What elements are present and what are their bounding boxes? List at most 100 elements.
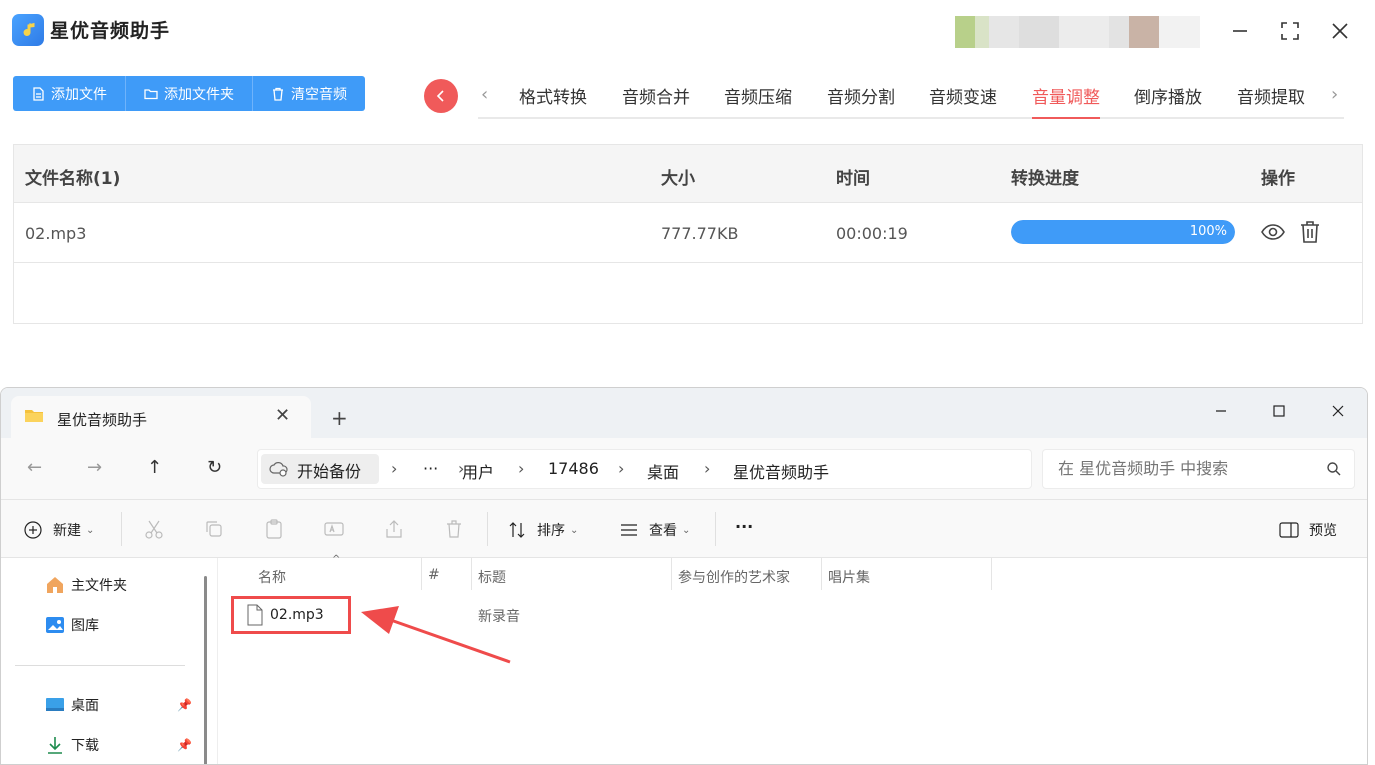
more-options-button[interactable]: ···: [735, 517, 753, 536]
sort-button[interactable]: 排序 ⌄: [507, 520, 578, 540]
folder-icon: [144, 88, 158, 99]
sidebar-item-label: 下载: [71, 738, 99, 754]
minimize-icon[interactable]: [1206, 396, 1236, 426]
file-item-highlighted[interactable]: 02.mp3: [231, 596, 351, 634]
column-divider[interactable]: [671, 558, 672, 590]
maximize-icon[interactable]: [1264, 396, 1294, 426]
column-divider[interactable]: [821, 558, 822, 590]
column-divider[interactable]: [991, 558, 992, 590]
new-button[interactable]: 新建 ⌄: [23, 520, 94, 540]
app-logo-icon: [12, 14, 44, 46]
column-artist[interactable]: 参与创作的艺术家: [678, 567, 790, 587]
back-arrow-icon[interactable]: ←: [27, 457, 42, 478]
clear-audio-button[interactable]: 清空音频: [253, 76, 365, 111]
sidebar-item-desktop[interactable]: 桌面: [45, 695, 99, 715]
column-name[interactable]: 名称: [258, 567, 286, 587]
explorer-tab-bar: 星优音频助手 ✕ +: [1, 388, 1367, 438]
column-number[interactable]: #: [428, 567, 440, 583]
sort-icon: [509, 522, 525, 538]
breadcrumb-item-userid[interactable]: 17486: [548, 459, 599, 478]
column-title[interactable]: 标题: [478, 567, 506, 587]
pin-icon[interactable]: 📌: [177, 738, 192, 752]
row-time: 00:00:19: [836, 224, 908, 243]
chevron-right-icon: ›: [518, 459, 525, 478]
sidebar-item-home[interactable]: 主文件夹: [45, 575, 127, 595]
tab-audio-compress[interactable]: 音频压缩: [724, 83, 792, 119]
download-icon: [48, 737, 62, 754]
pin-icon[interactable]: 📌: [177, 698, 192, 712]
chevron-right-icon: ›: [618, 459, 625, 478]
chevron-right-icon: ›: [704, 459, 711, 478]
file-table: 文件名称(1) 大小 时间 转换进度 操作 02.mp3 777.77KB 00…: [13, 144, 1363, 324]
tab-audio-extract[interactable]: 音频提取: [1237, 83, 1305, 119]
navigation-pane: 主文件夹 图库 桌面 📌 下载 📌: [1, 558, 211, 764]
search-box[interactable]: [1042, 449, 1355, 489]
tab-scroll-left-icon[interactable]: ‹: [481, 84, 488, 105]
view-button[interactable]: 查看 ⌄: [619, 520, 690, 540]
chevron-down-icon: ⌄: [682, 524, 691, 536]
sidebar-item-downloads[interactable]: 下载: [45, 735, 99, 755]
collapse-back-button[interactable]: [424, 79, 458, 113]
cut-icon[interactable]: [143, 518, 165, 540]
folder-icon: [25, 410, 43, 422]
tab-close-icon[interactable]: ✕: [275, 405, 290, 426]
divider: [121, 512, 122, 546]
new-tab-icon[interactable]: +: [331, 406, 348, 430]
refresh-icon[interactable]: ↻: [207, 457, 222, 478]
breadcrumb[interactable]: 开始备份 › ··· › 用户 › 17486 › 桌面 › 星优音频助手: [257, 449, 1032, 489]
sidebar-divider: [15, 665, 185, 666]
progress-label: 100%: [1189, 224, 1227, 239]
close-icon[interactable]: [1323, 396, 1353, 426]
row-size: 777.77KB: [661, 224, 739, 243]
delete-icon[interactable]: [443, 518, 465, 540]
add-file-label: 添加文件: [51, 86, 107, 103]
copy-icon[interactable]: [203, 518, 225, 540]
sort-caret-icon: ^: [332, 554, 341, 565]
divider: [487, 512, 488, 546]
breadcrumb-item-users[interactable]: 用户: [462, 459, 494, 483]
chevron-down-icon: ⌄: [86, 524, 95, 536]
cloud-sync-icon: [269, 462, 288, 477]
file-explorer-window: 星优音频助手 ✕ + ← → ↑ ↻ 开始备份 › ··· › 用户 › 174…: [0, 387, 1368, 765]
table-row[interactable]: 02.mp3 777.77KB 00:00:19 100%: [14, 203, 1362, 263]
chevron-left-icon: [436, 90, 444, 102]
minimize-icon[interactable]: [1223, 14, 1257, 48]
sidebar-item-gallery[interactable]: 图库: [45, 615, 99, 635]
tab-audio-merge[interactable]: 音频合并: [622, 83, 690, 119]
breadcrumb-item-desktop[interactable]: 桌面: [647, 459, 679, 483]
red-arrow-annotation: [361, 606, 511, 664]
header-action: 操作: [1261, 169, 1295, 189]
fullscreen-icon[interactable]: [1273, 14, 1307, 48]
tab-format-convert[interactable]: 格式转换: [519, 83, 587, 119]
tab-volume-adjust[interactable]: 音量调整: [1032, 83, 1100, 119]
search-input[interactable]: [1058, 459, 1308, 478]
breadcrumb-item-more[interactable]: ···: [423, 459, 438, 478]
preview-eye-icon[interactable]: [1260, 219, 1286, 245]
header-progress: 转换进度: [1011, 169, 1079, 189]
preview-label: 预览: [1309, 523, 1337, 539]
preview-pane-button[interactable]: 预览: [1279, 520, 1337, 540]
paste-icon[interactable]: [263, 518, 285, 540]
breadcrumb-root[interactable]: 开始备份: [261, 454, 379, 484]
up-arrow-icon[interactable]: ↑: [147, 457, 162, 478]
sidebar-scrollbar[interactable]: [204, 576, 207, 764]
explorer-tab[interactable]: 星优音频助手 ✕: [11, 396, 311, 438]
view-label: 查看: [649, 523, 677, 539]
forward-arrow-icon[interactable]: →: [87, 457, 102, 478]
tab-audio-speed[interactable]: 音频变速: [929, 83, 997, 119]
column-divider[interactable]: [471, 558, 472, 590]
close-icon[interactable]: [1323, 14, 1357, 48]
tab-scroll-right-icon[interactable]: ›: [1331, 84, 1338, 105]
add-folder-button[interactable]: 添加文件夹: [126, 76, 253, 111]
breadcrumb-item-backup: 开始备份: [297, 462, 362, 481]
tab-reverse-play[interactable]: 倒序播放: [1134, 83, 1202, 119]
tab-audio-split[interactable]: 音频分割: [827, 83, 895, 119]
rename-icon[interactable]: [323, 518, 345, 540]
search-icon: [1327, 462, 1341, 476]
delete-trash-icon[interactable]: [1297, 219, 1323, 245]
share-icon[interactable]: [383, 518, 405, 540]
column-album[interactable]: 唱片集: [828, 567, 870, 587]
breadcrumb-item-folder[interactable]: 星优音频助手: [733, 459, 829, 483]
add-file-button[interactable]: 添加文件: [13, 76, 126, 111]
column-divider[interactable]: [421, 558, 422, 590]
